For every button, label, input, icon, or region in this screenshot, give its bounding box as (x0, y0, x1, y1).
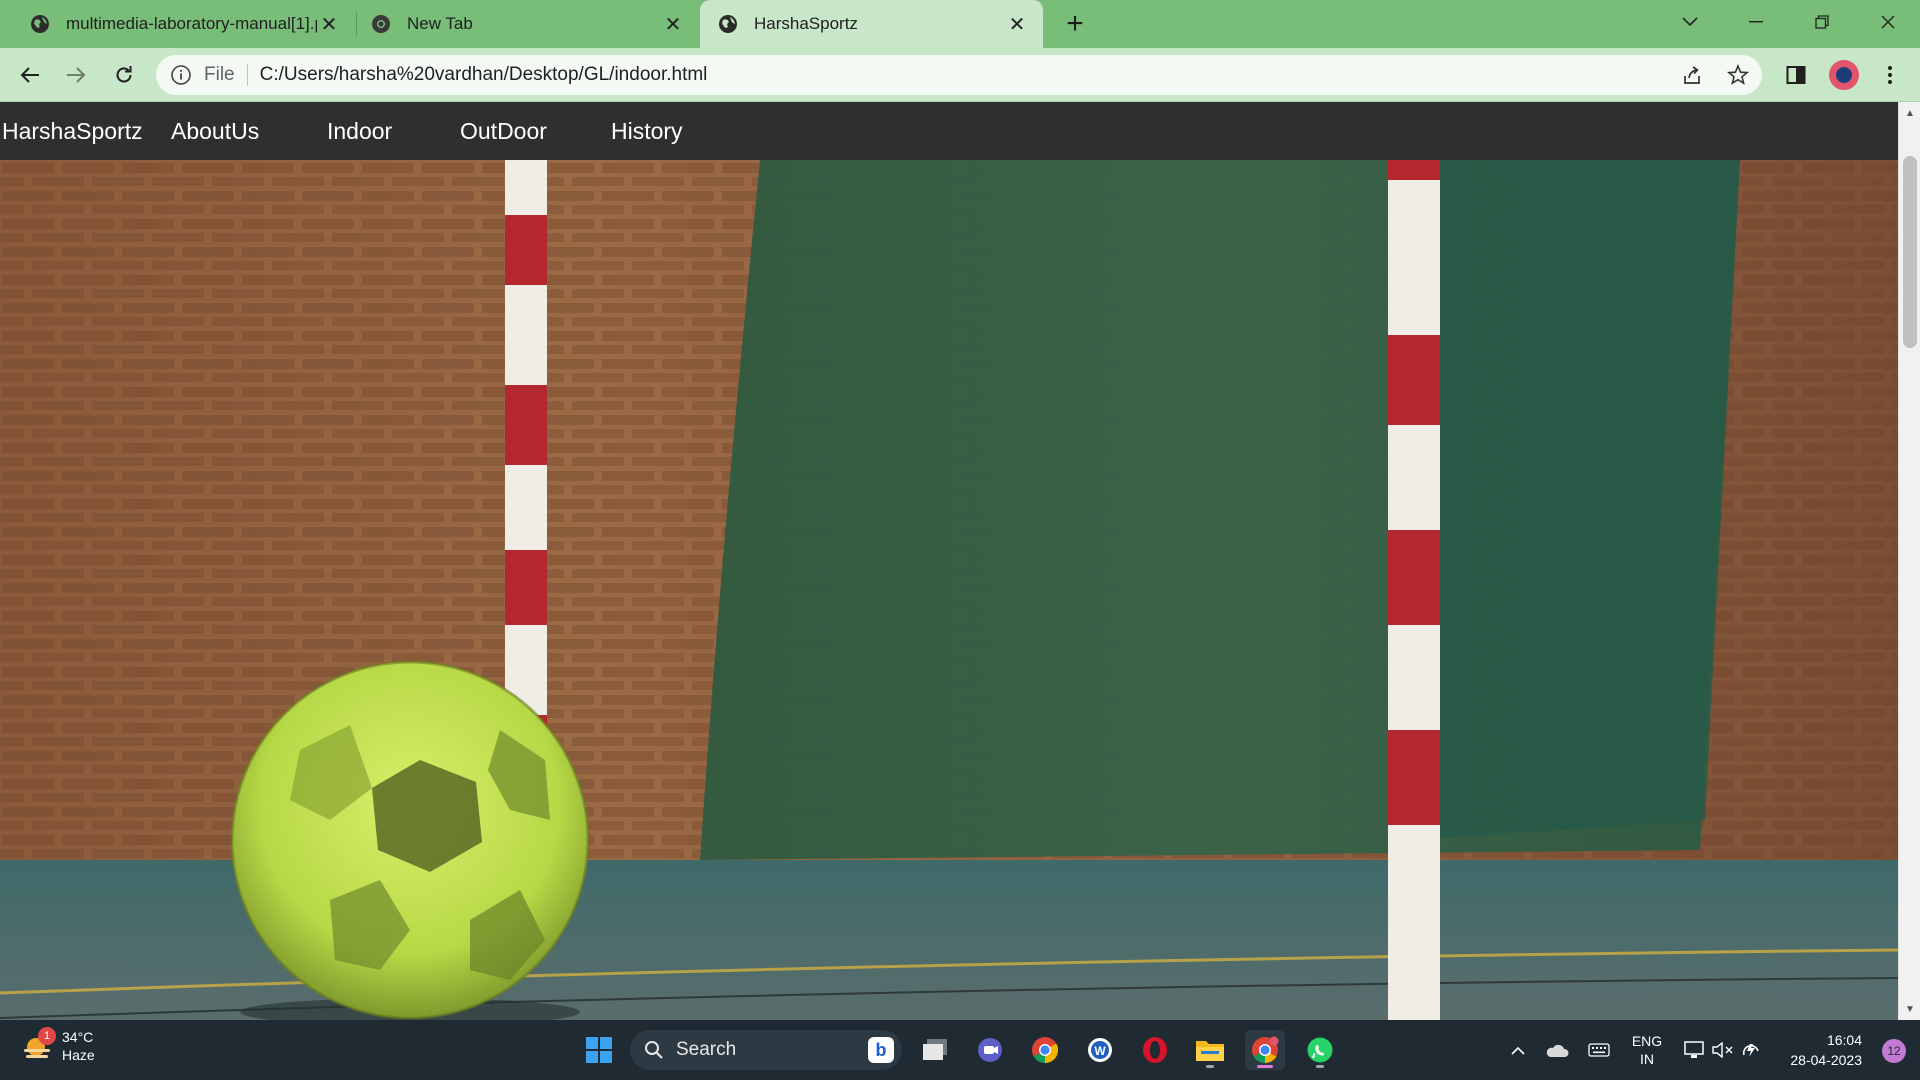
scheme-label: File (204, 64, 235, 85)
search-label: Search (676, 1039, 737, 1060)
site-navbar: HarshaSportz AboutUs Indoor OutDoor Hist… (0, 102, 1898, 160)
whatsapp-icon[interactable] (1300, 1030, 1340, 1070)
weather-alert-badge: 1 (38, 1027, 56, 1045)
keyboard-icon[interactable] (1584, 1030, 1614, 1070)
search-icon (645, 1041, 663, 1059)
side-panel-icon[interactable] (1780, 59, 1812, 91)
notification-count-badge[interactable]: 12 (1882, 1039, 1906, 1063)
region-code: IN (1640, 1051, 1654, 1067)
right-goalpost (1388, 160, 1440, 1020)
futsal-ball (230, 660, 590, 1020)
globe-icon (30, 14, 50, 34)
tab-title: HarshaSportz (754, 14, 858, 33)
windows-start-icon[interactable] (579, 1030, 619, 1070)
minimize-icon[interactable] (1726, 0, 1786, 44)
show-hidden-icons[interactable] (1504, 1030, 1532, 1070)
onedrive-icon[interactable] (1542, 1030, 1572, 1070)
weather-temp: 34°C (62, 1029, 94, 1045)
bookmark-star-icon[interactable] (1726, 63, 1750, 87)
system-clock[interactable]: 16:04 28-04-2023 (1790, 1030, 1862, 1070)
close-window-icon[interactable] (1858, 0, 1918, 44)
svg-text:W: W (1094, 1044, 1106, 1058)
page-scrollbar[interactable]: ▲ ▼ (1898, 102, 1920, 1020)
chrome-icon (371, 14, 391, 34)
url-text[interactable]: C:/Users/harsha%20vardhan/Desktop/GL/ind… (260, 64, 708, 86)
scroll-up-icon[interactable]: ▲ (1899, 102, 1920, 124)
page-viewport: HarshaSportz AboutUs Indoor OutDoor Hist… (0, 102, 1898, 1020)
scroll-down-icon[interactable]: ▼ (1899, 998, 1920, 1020)
word-icon[interactable]: W (1080, 1030, 1120, 1070)
scroll-thumb[interactable] (1903, 156, 1917, 348)
tab-harshasportz[interactable]: HarshaSportz ✕ (700, 0, 1043, 48)
close-tab-icon[interactable]: ✕ (317, 12, 341, 36)
file-explorer-icon[interactable] (1190, 1030, 1230, 1070)
address-divider (246, 64, 248, 86)
nav-link-history[interactable]: History (611, 118, 683, 145)
screen: multimedia-laboratory-manual[1].pd ✕ New… (0, 0, 1920, 1080)
browser-toolbar: File C:/Users/harsha%20vardhan/Desktop/G… (0, 48, 1920, 102)
nav-link-indoor[interactable]: Indoor (327, 118, 392, 145)
language-indicator[interactable]: ENG IN (1626, 1030, 1668, 1070)
reload-icon[interactable] (108, 59, 140, 91)
globe-icon (718, 14, 738, 34)
close-tab-icon[interactable]: ✕ (661, 12, 685, 36)
share-icon[interactable] (1680, 63, 1704, 87)
haze-weather-icon: 1 (22, 1027, 56, 1063)
battery-icon[interactable] (1738, 1030, 1764, 1070)
network-icon[interactable] (1680, 1030, 1708, 1070)
kebab-menu-icon[interactable] (1874, 59, 1906, 91)
language-code: ENG (1631, 1033, 1663, 1049)
chrome-profile-icon[interactable] (1245, 1030, 1285, 1070)
restore-icon[interactable] (1792, 0, 1852, 44)
tab-title: multimedia-laboratory-manual[1].pd (66, 14, 317, 33)
bing-icon[interactable]: b (868, 1037, 894, 1063)
opera-icon[interactable] (1135, 1030, 1175, 1070)
clock-time: 16:04 (1826, 1032, 1862, 1048)
tab-manual[interactable]: multimedia-laboratory-manual[1].pd ✕ (0, 0, 355, 48)
nav-link-outdoor[interactable]: OutDoor (460, 118, 547, 145)
close-tab-icon[interactable]: ✕ (1005, 12, 1029, 36)
info-icon[interactable] (170, 64, 192, 86)
windows-taskbar: 1 34°C Haze Search b W ENG IN 16:04 28-0… (0, 1020, 1920, 1080)
back-icon[interactable] (14, 59, 46, 91)
running-indicator (1316, 1065, 1324, 1068)
tab-search-icon[interactable] (1660, 0, 1720, 44)
nav-link-aboutus[interactable]: AboutUs (171, 118, 259, 145)
taskbar-search[interactable]: Search b (630, 1030, 902, 1070)
task-view-icon[interactable] (916, 1030, 956, 1070)
clock-date: 28-04-2023 (1790, 1052, 1862, 1068)
weather-widget[interactable]: 1 34°C Haze (22, 1027, 95, 1064)
running-indicator (1206, 1065, 1214, 1068)
teams-chat-icon[interactable] (970, 1030, 1010, 1070)
address-bar[interactable]: File C:/Users/harsha%20vardhan/Desktop/G… (156, 55, 1762, 95)
chrome-icon[interactable] (1025, 1030, 1065, 1070)
new-tab-button[interactable]: + (1060, 7, 1090, 40)
active-indicator (1257, 1065, 1273, 1068)
forward-icon[interactable] (60, 59, 92, 91)
hero-image (0, 160, 1898, 1020)
avatar (1829, 60, 1859, 90)
futsal-ball-and-goal-photo (0, 160, 1898, 1020)
volume-muted-icon[interactable] (1710, 1030, 1736, 1070)
tab-title: New Tab (407, 14, 473, 33)
tab-new-tab[interactable]: New Tab ✕ (357, 0, 699, 48)
tab-strip: multimedia-laboratory-manual[1].pd ✕ New… (0, 0, 1920, 48)
brand-link[interactable]: HarshaSportz (2, 118, 143, 145)
profile-avatar[interactable] (1828, 59, 1860, 91)
weather-condition: Haze (62, 1047, 95, 1063)
